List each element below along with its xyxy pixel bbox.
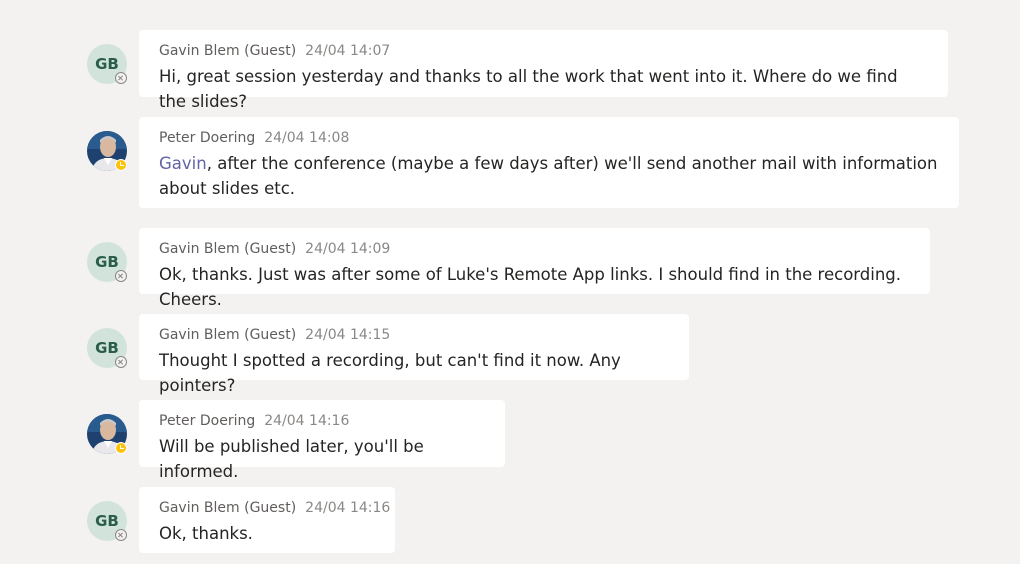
message-text: Ok, thanks. Just was after some of Luke'… [159,265,902,309]
message-header: Gavin Blem (Guest) 24/04 14:07 [159,42,928,60]
author-name[interactable]: Gavin Blem (Guest) [159,500,296,516]
offline-status-icon [115,72,127,84]
message-header: Gavin Blem (Guest) 24/04 14:15 [159,326,669,344]
chat-thread: GB Gavin Blem (Guest) 24/04 14:07 Hi, gre… [0,0,1020,564]
message-bubble[interactable]: Gavin Blem (Guest) 24/04 14:15 Thought I … [139,314,689,395]
offline-status-icon [115,356,127,368]
message-timestamp: 24/04 14:15 [305,327,391,343]
chat-message: GB Gavin Blem (Guest) 24/04 14:16 Ok, tha… [0,487,1020,557]
author-name[interactable]: Gavin Blem (Guest) [159,327,296,343]
author-name[interactable]: Peter Doering [159,413,255,429]
chat-message: GB Gavin Blem (Guest) 24/04 14:09 Ok, tha… [0,228,1020,309]
message-text: Gavin, after the conference (maybe a few… [159,151,939,201]
away-status-icon [115,159,127,171]
chat-message: Peter Doering 24/04 14:16 Will be publish… [0,400,1020,481]
message-text-body: , after the conference (maybe a few days… [159,154,938,198]
offline-status-icon [115,270,127,282]
message-bubble[interactable]: Gavin Blem (Guest) 24/04 14:16 Ok, thanks… [139,487,395,553]
avatar-initials: GB [95,253,119,271]
message-timestamp: 24/04 14:16 [305,500,391,516]
message-timestamp: 24/04 14:08 [264,130,350,146]
author-name[interactable]: Peter Doering [159,130,255,146]
author-name[interactable]: Gavin Blem (Guest) [159,43,296,59]
chat-message: Peter Doering 24/04 14:08 Gavin, after th… [0,117,1020,209]
author-name[interactable]: Gavin Blem (Guest) [159,241,296,257]
message-bubble[interactable]: Gavin Blem (Guest) 24/04 14:09 Ok, thanks… [139,228,930,309]
message-text: Will be published later, you'll be infor… [159,437,424,481]
message-bubble[interactable]: Peter Doering 24/04 14:08 Gavin, after th… [139,117,959,208]
message-text: Ok, thanks. [159,524,253,543]
message-header: Gavin Blem (Guest) 24/04 14:16 [159,499,390,517]
mention-link[interactable]: Gavin [159,154,207,173]
message-text: Hi, great session yesterday and thanks t… [159,67,898,111]
message-header: Peter Doering 24/04 14:16 [159,412,485,430]
chat-message: GB Gavin Blem (Guest) 24/04 14:15 Thought… [0,314,1020,395]
message-header: Peter Doering 24/04 14:08 [159,129,939,147]
avatar-initials: GB [95,512,119,530]
message-text: Thought I spotted a recording, but can't… [159,351,621,395]
message-header: Gavin Blem (Guest) 24/04 14:09 [159,240,910,258]
away-status-icon [115,442,127,454]
message-bubble[interactable]: Gavin Blem (Guest) 24/04 14:07 Hi, great … [139,30,948,111]
chat-message: GB Gavin Blem (Guest) 24/04 14:07 Hi, gre… [0,30,1020,111]
message-timestamp: 24/04 14:07 [305,43,391,59]
offline-status-icon [115,529,127,541]
avatar-initials: GB [95,55,119,73]
message-bubble[interactable]: Peter Doering 24/04 14:16 Will be publish… [139,400,505,481]
avatar-initials: GB [95,339,119,357]
message-timestamp: 24/04 14:09 [305,241,391,257]
message-timestamp: 24/04 14:16 [264,413,350,429]
